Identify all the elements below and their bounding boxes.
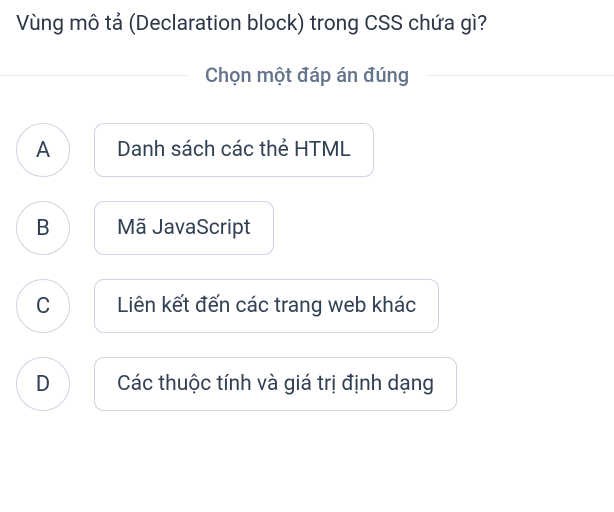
option-letter-b: B (16, 201, 70, 255)
option-letter-a: A (16, 123, 70, 177)
divider-left (0, 75, 187, 76)
option-text-b: Mã JavaScript (94, 201, 274, 255)
divider-right (427, 75, 614, 76)
option-letter-c: C (16, 279, 70, 333)
option-b[interactable]: B Mã JavaScript (16, 201, 598, 255)
option-letter-d: D (16, 357, 70, 411)
question-text: Vùng mô tả (Declaration block) trong CSS… (0, 0, 614, 63)
options-list: A Danh sách các thẻ HTML B Mã JavaScript… (0, 123, 614, 411)
option-text-c: Liên kết đến các trang web khác (94, 279, 439, 333)
option-c[interactable]: C Liên kết đến các trang web khác (16, 279, 598, 333)
instruction-text: Chọn một đáp án đúng (187, 63, 427, 87)
option-a[interactable]: A Danh sách các thẻ HTML (16, 123, 598, 177)
option-text-d: Các thuộc tính và giá trị định dạng (94, 357, 457, 411)
option-text-a: Danh sách các thẻ HTML (94, 123, 374, 177)
option-d[interactable]: D Các thuộc tính và giá trị định dạng (16, 357, 598, 411)
instruction-divider: Chọn một đáp án đúng (0, 63, 614, 87)
